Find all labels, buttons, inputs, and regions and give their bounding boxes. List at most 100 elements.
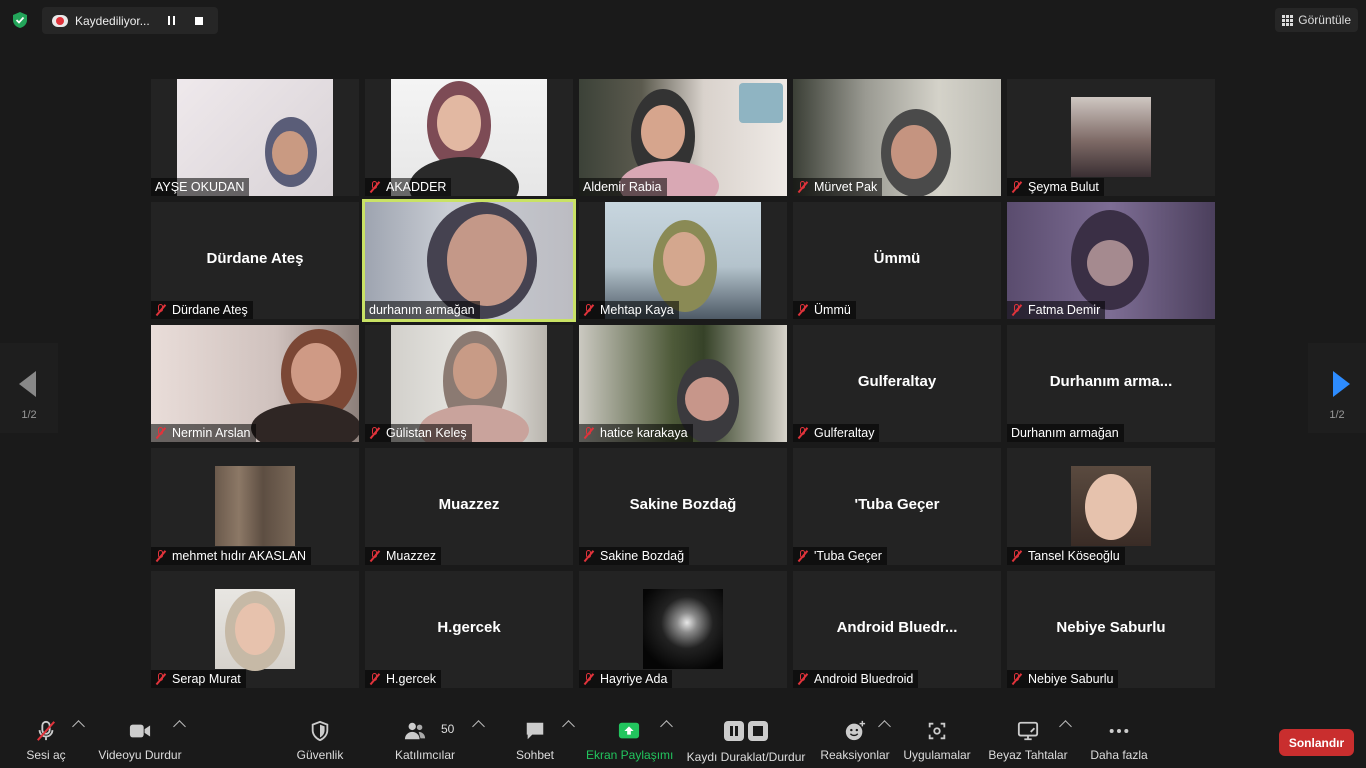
participant-name-label: Nermin Arslan xyxy=(151,424,256,442)
participant-name-label: Serap Murat xyxy=(151,670,246,688)
mic-muted-icon xyxy=(369,673,381,685)
more-dots-icon xyxy=(1109,728,1129,734)
smiley-icon xyxy=(845,720,866,741)
participant-tile[interactable]: AKADDER xyxy=(365,79,573,196)
participant-tile[interactable]: Durhanım arma... Durhanım armağan xyxy=(1007,325,1215,442)
view-label: Görüntüle xyxy=(1298,13,1351,27)
mic-muted-icon xyxy=(797,304,809,316)
participant-tile[interactable]: Android Bluedr... Android Bluedroid xyxy=(793,571,1001,688)
chat-button[interactable]: Sohbet xyxy=(510,706,560,768)
recording-status-text: Kaydediliyor... xyxy=(75,13,150,28)
participant-name-label: hatice karakaya xyxy=(579,424,693,442)
security-button[interactable]: Güvenlik xyxy=(292,706,348,768)
participant-tile[interactable]: mehmet hıdır AKASLAN xyxy=(151,448,359,565)
participant-tile[interactable]: Ümmü Ümmü xyxy=(793,202,1001,319)
mic-muted-icon xyxy=(37,720,55,741)
participant-name-label: Nebiye Saburlu xyxy=(1007,670,1119,688)
arrow-left-icon xyxy=(19,371,36,397)
audio-options-caret[interactable] xyxy=(72,720,85,733)
participant-tile[interactable]: Nebiye Saburlu Nebiye Saburlu xyxy=(1007,571,1215,688)
participant-tile[interactable]: Mehtap Kaya xyxy=(579,202,787,319)
security-shield-icon[interactable] xyxy=(10,10,30,30)
participant-tile[interactable]: Aldemir Rabia xyxy=(579,79,787,196)
participants-icon xyxy=(404,722,426,740)
participant-tile[interactable]: Sakine Bozdağ Sakine Bozdağ xyxy=(579,448,787,565)
share-screen-icon xyxy=(618,722,640,739)
participant-display-name: Gulferaltay xyxy=(857,373,937,390)
participant-tile[interactable]: Şeyma Bulut xyxy=(1007,79,1215,196)
chat-options-caret[interactable] xyxy=(562,720,575,733)
participant-display-name: Dürdane Ateş xyxy=(206,250,304,267)
pause-recording-button[interactable] xyxy=(159,11,183,31)
apps-button[interactable]: Uygulamalar xyxy=(902,706,972,768)
mic-muted-icon xyxy=(797,427,809,439)
share-screen-button[interactable]: Ekran Paylaşımı xyxy=(586,706,673,768)
recording-cloud-icon xyxy=(52,14,68,27)
mic-muted-icon xyxy=(1011,673,1023,685)
participant-tile[interactable]: Serap Murat xyxy=(151,571,359,688)
participant-picture xyxy=(643,589,723,669)
participant-name-label: Gülistan Keleş xyxy=(365,424,472,442)
pause-icon xyxy=(167,16,175,25)
mic-muted-icon xyxy=(797,550,809,562)
participant-name-label: Durhanım armağan xyxy=(1007,424,1124,442)
participant-tile[interactable]: Fatma Demir xyxy=(1007,202,1215,319)
participant-tile[interactable]: hatice karakaya xyxy=(579,325,787,442)
participant-tile[interactable]: Hayriye Ada xyxy=(579,571,787,688)
participant-tile[interactable]: Dürdane Ateş Dürdane Ateş xyxy=(151,202,359,319)
participant-name-label: Gulferaltay xyxy=(793,424,880,442)
participant-name-label: H.gercek xyxy=(365,670,442,688)
view-button[interactable]: Görüntüle xyxy=(1275,8,1358,32)
participant-tile[interactable]: Mürvet Pak xyxy=(793,79,1001,196)
mic-muted-icon xyxy=(369,181,381,193)
participant-tile[interactable]: Tansel Köseoğlu xyxy=(1007,448,1215,565)
meeting-toolbar: Sesi aç Videoyu Durdur Güvenlik 50 Katıl… xyxy=(0,706,1366,768)
mic-muted-icon xyxy=(1011,550,1023,562)
participant-tile[interactable]: AYŞE OKUDAN xyxy=(151,79,359,196)
mic-muted-icon xyxy=(797,673,809,685)
page-indicator-right: 1/2 xyxy=(1329,409,1345,421)
mic-muted-icon xyxy=(583,550,595,562)
active-speaker-tile[interactable]: durhanım armağan xyxy=(362,199,576,322)
unmute-button[interactable]: Sesi aç xyxy=(20,706,72,768)
participant-name-label: AYŞE OKUDAN xyxy=(151,178,250,196)
participant-tile[interactable]: Nermin Arslan xyxy=(151,325,359,442)
whiteboard-icon xyxy=(1017,721,1039,741)
participant-picture xyxy=(215,589,295,671)
participant-tile[interactable]: H.gercek H.gercek xyxy=(365,571,573,688)
page-indicator-left: 1/2 xyxy=(21,409,37,421)
video-camera-icon xyxy=(129,724,151,738)
participant-name-label: Fatma Demir xyxy=(1007,301,1106,319)
shield-icon xyxy=(311,720,329,742)
participant-picture xyxy=(1071,466,1151,546)
participant-tile[interactable]: 'Tuba Geçer 'Tuba Geçer xyxy=(793,448,1001,565)
mic-muted-icon xyxy=(797,181,809,193)
participant-tile[interactable]: Gulferaltay Gulferaltay xyxy=(793,325,1001,442)
recording-indicator[interactable]: Kaydediliyor... xyxy=(42,7,218,34)
reactions-button[interactable]: Reaksiyonlar xyxy=(820,706,890,768)
participant-name-label: Sakine Bozdağ xyxy=(579,547,690,565)
next-page-button[interactable]: 1/2 xyxy=(1308,343,1366,433)
mic-muted-icon xyxy=(583,427,595,439)
whiteboards-button[interactable]: Beyaz Tahtalar xyxy=(988,706,1068,768)
participant-tile[interactable]: Gülistan Keleş xyxy=(365,325,573,442)
more-button[interactable]: Daha fazla xyxy=(1086,706,1152,768)
participants-button[interactable]: 50 Katılımcılar xyxy=(392,706,458,768)
pause-stop-recording-icon xyxy=(724,721,768,741)
participant-display-name: Ümmü xyxy=(873,250,921,267)
pause-stop-recording-button[interactable]: Kaydı Duraklat/Durdur xyxy=(684,706,808,768)
stop-video-button[interactable]: Videoyu Durdur xyxy=(96,706,184,768)
participant-name-label: Şeyma Bulut xyxy=(1007,178,1104,196)
participant-display-name: Nebiye Saburlu xyxy=(1056,619,1166,636)
participant-display-name: H.gercek xyxy=(437,619,501,636)
participant-tile[interactable]: Muazzez Muazzez xyxy=(365,448,573,565)
grid-icon xyxy=(1282,14,1294,26)
mic-muted-icon xyxy=(583,304,595,316)
end-meeting-button[interactable]: Sonlandır xyxy=(1279,729,1354,756)
participants-options-caret[interactable] xyxy=(472,720,485,733)
previous-page-button[interactable]: 1/2 xyxy=(0,343,58,433)
mic-muted-icon xyxy=(155,304,167,316)
stop-recording-button[interactable] xyxy=(187,11,211,31)
participant-name-label: Mehtap Kaya xyxy=(579,301,679,319)
participant-name-label: Android Bluedroid xyxy=(793,670,919,688)
